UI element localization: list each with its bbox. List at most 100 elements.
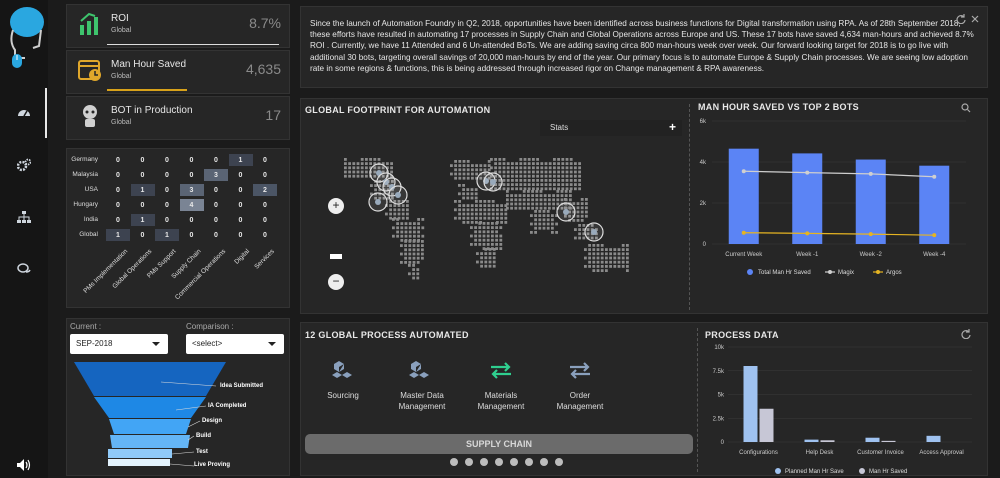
sound-toggle[interactable] [0, 452, 48, 478]
heatmap-cell[interactable]: 0 [106, 154, 130, 166]
heatmap-cell[interactable]: 0 [106, 199, 130, 211]
heatmap-cell[interactable]: 0 [155, 184, 179, 196]
expand-plus-icon[interactable]: + [669, 120, 676, 134]
series-point[interactable] [932, 233, 937, 238]
supply-chain-button[interactable]: SUPPLY CHAIN [305, 434, 693, 454]
funnel-label: Test [196, 449, 208, 455]
heatmap-cell[interactable]: 0 [155, 199, 179, 211]
zoom-slider[interactable] [330, 254, 342, 259]
heatmap-cell[interactable]: 0 [131, 199, 155, 211]
zoom-icon[interactable] [961, 103, 971, 113]
series-point[interactable] [741, 169, 746, 174]
refresh-icon[interactable] [961, 329, 971, 339]
close-icon[interactable] [970, 14, 980, 24]
org-chart-nav-item[interactable] [0, 204, 48, 230]
heatmap-cell[interactable]: 0 [204, 199, 228, 211]
series-point[interactable] [805, 170, 810, 175]
zoom-in-button[interactable]: + [328, 198, 344, 214]
pager-dot[interactable] [465, 458, 473, 466]
heatmap-cell[interactable]: 0 [131, 169, 155, 181]
pager-dot[interactable] [525, 458, 533, 466]
process-bar[interactable] [759, 408, 774, 442]
map-land-dot [574, 170, 577, 174]
legend-label[interactable]: Planned Man Hr Save [785, 469, 844, 475]
heatmap-cell[interactable]: 0 [106, 184, 130, 196]
series-point[interactable] [868, 171, 873, 176]
comparison-period-select[interactable]: <select> [186, 334, 284, 354]
heatmap-cell[interactable]: 1 [106, 229, 130, 241]
legend-label[interactable]: Total Man Hr Saved [758, 270, 811, 276]
series-point[interactable] [741, 230, 746, 235]
heatmap-cell[interactable]: 3 [204, 169, 228, 181]
series-point[interactable] [805, 231, 810, 236]
heatmap-cell[interactable]: 0 [253, 229, 277, 241]
process-bar[interactable] [926, 435, 941, 442]
heatmap-cell[interactable]: 0 [253, 214, 277, 226]
legend-label[interactable]: Magix [838, 270, 854, 276]
map-land-dot [458, 212, 461, 216]
process-bar[interactable] [743, 366, 758, 442]
bar-total-man-hr[interactable] [728, 148, 759, 244]
process-materials[interactable]: Materials Management [465, 390, 537, 412]
heatmap-cell[interactable]: 0 [180, 169, 204, 181]
heatmap-cell[interactable]: 0 [106, 169, 130, 181]
bar-total-man-hr[interactable] [792, 153, 823, 244]
process-bar[interactable] [865, 437, 880, 442]
series-point[interactable] [868, 232, 873, 237]
heatmap-cell[interactable]: 0 [180, 229, 204, 241]
heatmap-cell[interactable]: 0 [204, 229, 228, 241]
heatmap-cell[interactable]: 3 [179, 184, 204, 196]
pager-dot[interactable] [450, 458, 458, 466]
process-bar[interactable] [820, 440, 835, 442]
process-sourcing[interactable]: Sourcing [307, 390, 379, 401]
heatmap-cell[interactable]: 0 [229, 199, 253, 211]
heatmap-cell[interactable]: 0 [106, 214, 130, 226]
heatmap-cell[interactable]: 1 [130, 184, 155, 196]
heatmap-cell[interactable]: 0 [155, 154, 179, 166]
pager-dot[interactable] [555, 458, 563, 466]
heatmap-cell[interactable]: 0 [155, 169, 179, 181]
pager-dot[interactable] [540, 458, 548, 466]
heatmap-cell[interactable]: 4 [179, 199, 204, 211]
heatmap-cell[interactable]: 0 [180, 214, 204, 226]
current-period-select[interactable]: SEP-2018 [70, 334, 168, 354]
heatmap-cell[interactable]: 0 [229, 214, 253, 226]
process-label: Sourcing [327, 391, 359, 400]
map-land-dot [522, 206, 526, 210]
process-bar[interactable] [804, 439, 819, 442]
series-point[interactable] [932, 174, 937, 179]
heatmap-cell[interactable]: 0 [253, 154, 277, 166]
heatmap-cell[interactable]: 0 [229, 229, 253, 241]
comments-nav-item[interactable] [0, 256, 48, 282]
process-order[interactable]: Order Management [544, 390, 616, 412]
heatmap-cell[interactable]: 0 [204, 154, 228, 166]
heatmap-cell[interactable]: 0 [155, 214, 179, 226]
heatmap-cell[interactable]: 2 [253, 184, 277, 196]
heatmap-cell[interactable]: 0 [131, 154, 155, 166]
heatmap-cell[interactable]: 1 [130, 214, 155, 226]
heatmap-cell[interactable]: 1 [228, 154, 253, 166]
legend-label[interactable]: Man Hr Saved [869, 469, 907, 475]
process-master-data[interactable]: Master Data Management [386, 390, 458, 412]
dashboard-nav-item[interactable] [0, 100, 48, 126]
heatmap-cell[interactable]: 0 [180, 154, 204, 166]
zoom-out-button[interactable]: − [328, 274, 344, 290]
map-land-dot [416, 272, 420, 276]
map-land-dot [534, 218, 537, 222]
heatmap-cell[interactable]: 0 [229, 184, 253, 196]
pager-dot[interactable] [510, 458, 518, 466]
pager-dot[interactable] [495, 458, 503, 466]
heatmap-cell[interactable]: 1 [155, 229, 179, 241]
heatmap-cell[interactable]: 0 [131, 229, 155, 241]
pager-dot[interactable] [480, 458, 488, 466]
heatmap-cell[interactable]: 0 [253, 169, 277, 181]
process-bar[interactable] [881, 440, 896, 442]
legend-label[interactable]: Argos [886, 270, 902, 276]
heatmap-cell[interactable]: 0 [204, 214, 228, 226]
heatmap-cell[interactable]: 0 [204, 184, 228, 196]
settings-nav-item[interactable] [0, 152, 48, 178]
stats-dropdown[interactable]: Stats + [540, 120, 682, 136]
refresh-icon[interactable] [956, 14, 966, 24]
heatmap-cell[interactable]: 0 [253, 199, 277, 211]
heatmap-cell[interactable]: 0 [229, 169, 253, 181]
